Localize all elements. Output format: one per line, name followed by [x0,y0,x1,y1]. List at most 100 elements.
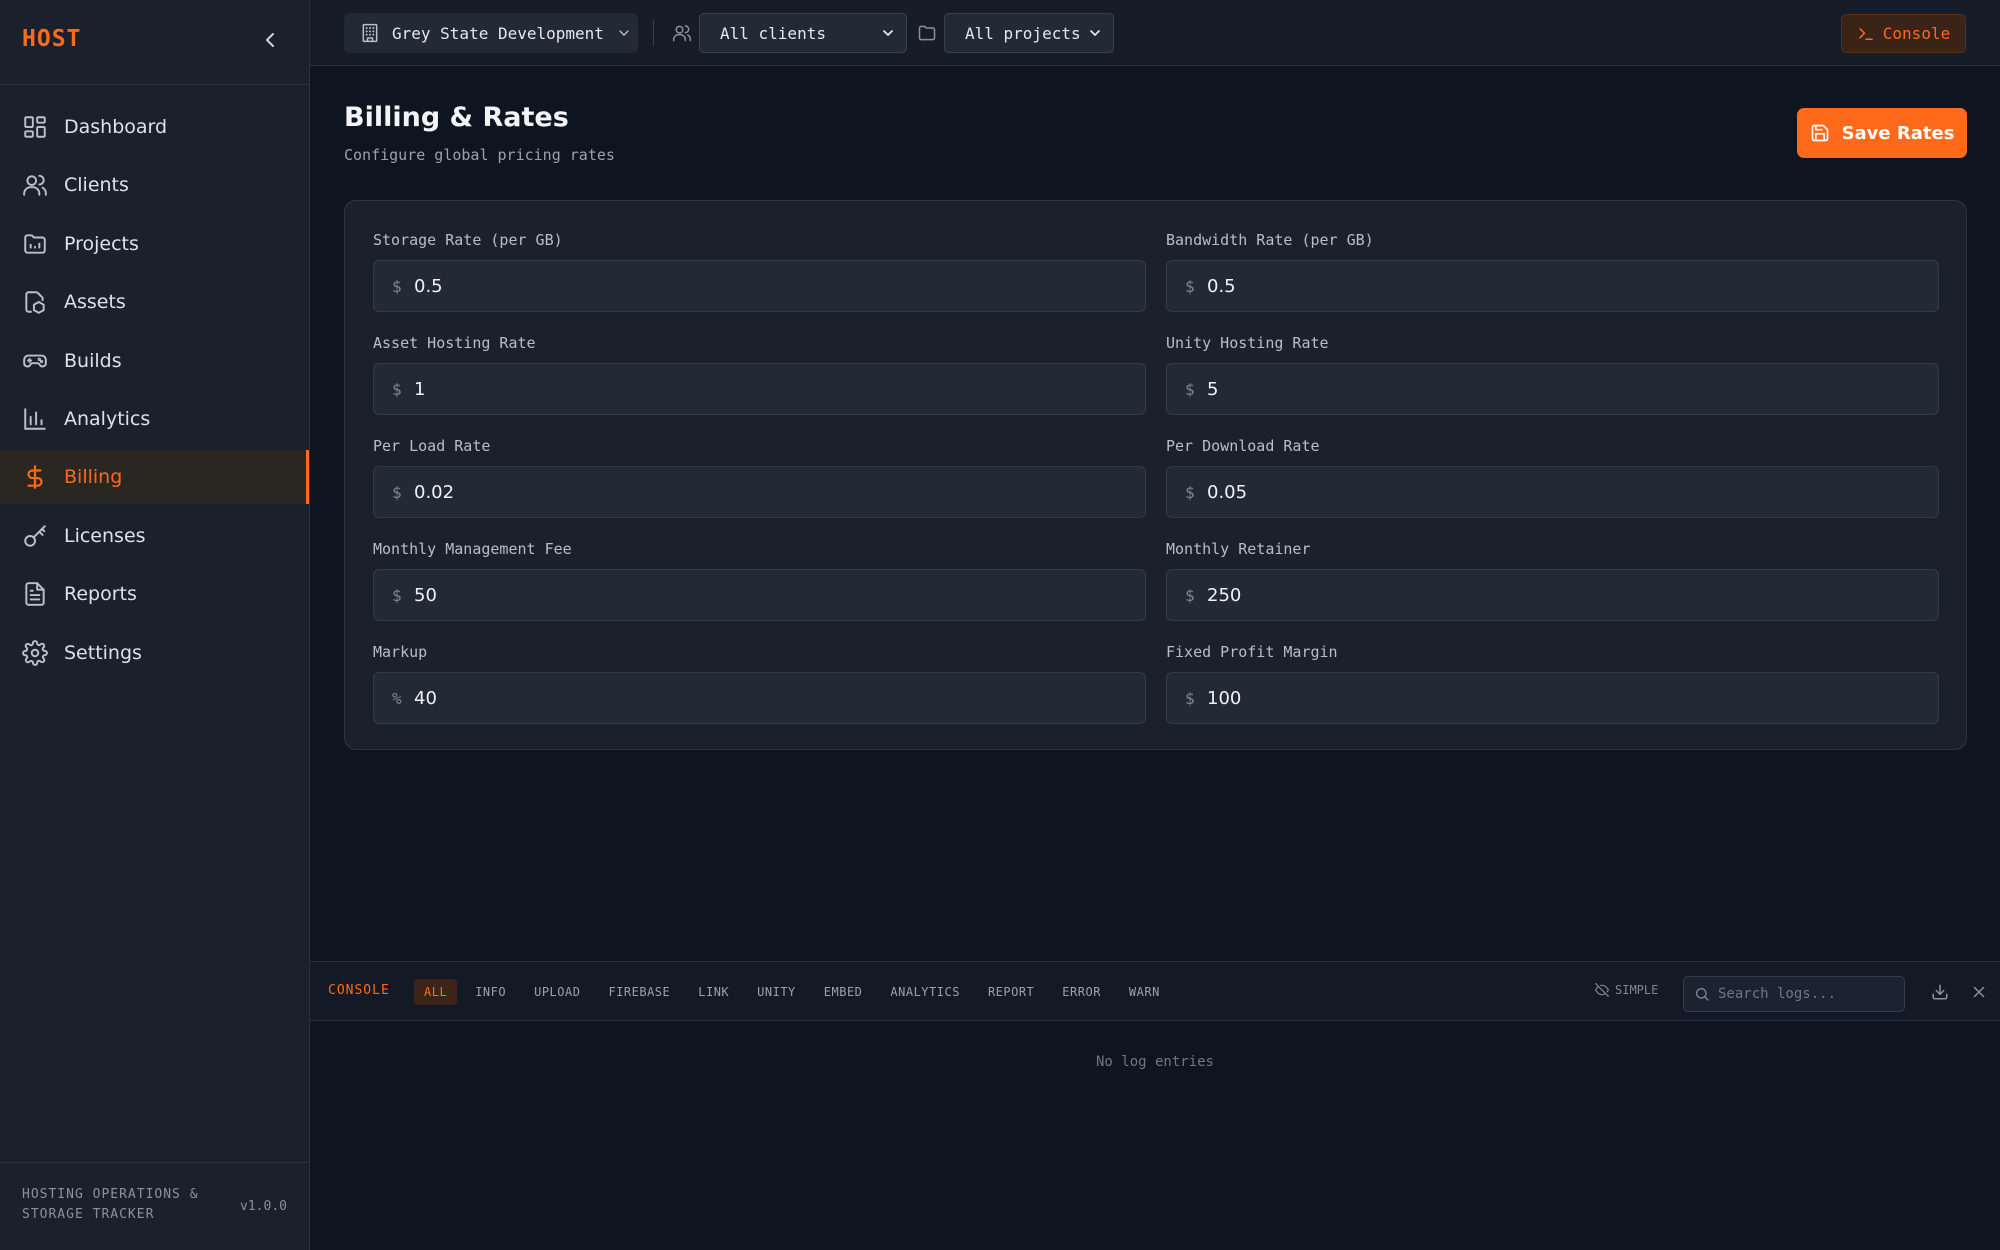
filter-firebase[interactable]: FIREBASE [598,979,680,1005]
collapse-sidebar-button[interactable] [258,28,282,52]
version-label: v1.0.0 [240,1199,287,1214]
field-value: 0.05 [1207,481,1248,503]
chevron-down-icon [1087,25,1103,41]
rates-form-card: Storage Rate (per GB) $0.5 Bandwidth Rat… [344,200,1967,750]
field-value: 40 [414,687,437,709]
dashboard-icon [22,114,48,140]
per-load-rate-input[interactable]: $0.02 [373,466,1146,518]
sidebar-item-label: Projects [64,232,139,255]
organization-selector[interactable]: Grey State Development [344,13,638,53]
gamepad-icon [22,348,48,374]
asset-hosting-rate-input[interactable]: $1 [373,363,1146,415]
field-label: Per Load Rate [373,437,491,455]
filter-unity[interactable]: UNITY [747,979,806,1005]
filter-link[interactable]: LINK [688,979,739,1005]
currency-prefix: $ [392,482,402,502]
fixed-profit-margin-input[interactable]: $100 [1166,672,1939,724]
filter-all[interactable]: ALL [414,979,458,1005]
brand-header: HOST [0,0,309,85]
sidebar-item-projects[interactable]: Projects [0,217,309,271]
sidebar-item-label: Dashboard [64,116,168,138]
field-value: 5 [1207,378,1219,400]
client-filter-dropdown[interactable]: All clients [699,13,907,53]
unity-hosting-rate-input[interactable]: $5 [1166,363,1939,415]
field-value: 250 [1207,584,1242,606]
filter-warn[interactable]: WARN [1119,979,1170,1005]
sidebar-item-assets[interactable]: Assets [0,275,309,329]
sidebar-item-settings[interactable]: Settings [0,626,309,680]
users-icon [672,23,692,43]
console-title: CONSOLE [328,983,390,998]
log-search-input[interactable] [1718,986,1898,1002]
currency-prefix: $ [1185,688,1195,708]
log-search [1683,976,1905,1012]
folder-icon [22,231,48,257]
per-load-rate-field: Per Load Rate $0.02 [373,436,1146,518]
chevron-left-icon [266,33,274,47]
field-value: 0.02 [414,481,455,503]
project-filter-value: All projects [965,23,1081,43]
sidebar-item-analytics[interactable]: Analytics [0,392,309,446]
empty-log-message: No log entries [1095,1054,1214,1070]
filter-embed[interactable]: EMBED [814,979,873,1005]
building-icon [360,23,380,43]
field-value: 0.5 [414,275,443,297]
field-value: 100 [1207,687,1242,709]
bar-chart-icon [22,406,48,432]
markup-input[interactable]: % 40 [373,672,1146,724]
sidebar-item-builds[interactable]: Builds [0,334,309,388]
console-toggle-button[interactable]: Console [1841,14,1966,53]
app-tagline: HOSTING OPERATIONS & STORAGE TRACKER [22,1187,199,1222]
sidebar-item-label: Licenses [64,524,146,547]
file-text-icon [22,581,48,607]
field-label: Markup [373,643,428,661]
field-label: Monthly Retainer [1166,540,1311,558]
chevron-down-icon [616,25,632,41]
save-button-label: Save Rates [1841,122,1955,144]
filter-report[interactable]: REPORT [978,979,1044,1005]
close-icon[interactable] [1970,983,1988,1001]
field-label: Unity Hosting Rate [1166,334,1329,352]
save-rates-button[interactable]: Save Rates [1797,108,1967,158]
sidebar-item-label: Reports [64,583,137,606]
sidebar-item-dashboard[interactable]: Dashboard [0,100,309,154]
console-panel: CONSOLE ALL INFO UPLOAD FIREBASE LINK UN… [310,961,2000,1250]
filter-error[interactable]: ERROR [1052,979,1111,1005]
save-icon [1810,123,1830,143]
filter-upload[interactable]: UPLOAD [524,979,590,1005]
sidebar-item-billing[interactable]: Billing [0,450,309,505]
filter-info[interactable]: INFO [465,979,516,1005]
sidebar-item-label: Billing [64,466,123,489]
organization-name: Grey State Development [392,23,604,43]
search-icon [1694,986,1710,1002]
currency-prefix: $ [1185,276,1195,296]
gear-icon [22,639,48,666]
simple-mode-toggle[interactable]: SIMPLE [1595,983,1658,997]
per-download-rate-input[interactable]: $0.05 [1166,466,1939,518]
currency-prefix: $ [1185,585,1195,605]
currency-prefix: $ [392,585,402,605]
bandwidth-rate-input[interactable]: $0.5 [1166,260,1939,312]
sidebar-item-reports[interactable]: Reports [0,567,309,621]
storage-rate-input[interactable]: $0.5 [373,260,1146,312]
sidebar-item-label: Assets [64,291,126,314]
chevron-down-icon [880,25,896,41]
simple-mode-label: SIMPLE [1615,983,1659,997]
filter-analytics[interactable]: ANALYTICS [880,979,970,1005]
folder-icon [917,23,937,43]
sidebar-item-label: Builds [64,349,122,372]
sidebar-item-clients[interactable]: Clients [0,158,309,212]
client-filter-value: All clients [720,23,826,43]
field-label: Bandwidth Rate (per GB) [1166,231,1374,249]
markup-field: Markup % 40 [373,642,1146,724]
dollar-icon [22,464,48,490]
monthly-retainer-input[interactable]: $250 [1166,569,1939,621]
console-button-label: Console [1882,24,1951,43]
monthly-management-fee-field: Monthly Management Fee $50 [373,539,1146,621]
download-icon[interactable] [1931,983,1949,1001]
monthly-management-fee-input[interactable]: $50 [373,569,1146,621]
sidebar-item-licenses[interactable]: Licenses [0,509,309,563]
field-value: 50 [414,584,437,606]
sidebar-item-label: Settings [64,641,142,664]
project-filter-dropdown[interactable]: All projects [944,13,1114,53]
